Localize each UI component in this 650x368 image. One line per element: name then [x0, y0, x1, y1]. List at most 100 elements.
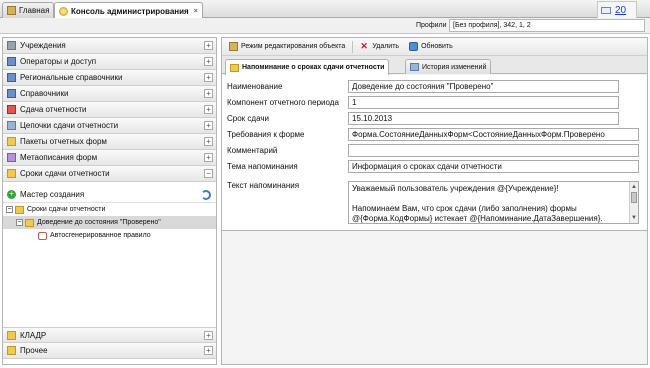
deadline-field[interactable]: 15.10.2013: [348, 112, 619, 125]
refresh-icon: [409, 42, 419, 51]
expand-icon[interactable]: +: [204, 153, 213, 162]
scrollbar-thumb[interactable]: [631, 192, 637, 203]
reminder-text-line: Напоминаем Вам, что срок сдачи (либо зап…: [352, 204, 577, 213]
refresh-icon[interactable]: [201, 190, 211, 200]
building-icon: [7, 41, 16, 50]
add-icon: +: [7, 190, 16, 199]
expand-icon[interactable]: +: [204, 105, 213, 114]
reminder-text-line: @{Форма.КодФормы} истекает @{Напоминание…: [352, 214, 603, 223]
tab-admin-console[interactable]: Консоль администрирования ×: [54, 2, 203, 19]
tab-history[interactable]: История изменений: [405, 59, 492, 74]
nav-item-label: Справочники: [20, 89, 69, 98]
tab-reminder[interactable]: Напоминание о сроках сдачи отчетности: [225, 59, 390, 75]
rule-icon: [38, 231, 47, 240]
edit-mode-label: Режим редактирования объекта: [241, 43, 346, 50]
nav-item-other[interactable]: Прочее +: [3, 343, 216, 359]
text-scrollbar[interactable]: ▲ ▼: [629, 182, 638, 223]
content-panel: Режим редактирования объекта ✕ Удалить О…: [221, 37, 648, 365]
nav-item-reporting-chains[interactable]: Цепочки сдачи отчетности +: [3, 118, 216, 134]
tree-node-deadlines[interactable]: − Сроки сдачи отчетности: [3, 203, 216, 216]
tree-node-label: Доведение до состояния "Проверено": [37, 219, 161, 226]
forms-icon: [7, 153, 16, 162]
tab-home-label: Главная: [19, 6, 50, 15]
form-requirements-field[interactable]: Форма.СостояниеДанныхФорм<СостояниеДанны…: [348, 128, 639, 141]
nav-item-kladr[interactable]: КЛАДР +: [3, 327, 216, 343]
tree-toggle-icon[interactable]: −: [6, 206, 13, 213]
folder-icon: [7, 330, 16, 340]
tab-admin-console-label: Консоль администрирования: [71, 6, 189, 16]
collapse-icon[interactable]: −: [204, 169, 213, 178]
expand-icon[interactable]: +: [204, 331, 213, 340]
name-field[interactable]: Доведение до состояния "Проверено": [348, 80, 619, 93]
delete-label: Удалить: [372, 43, 400, 50]
book-icon: [7, 73, 16, 82]
nav-item-label: Метаописания форм: [20, 153, 98, 162]
folder-icon: [7, 169, 16, 178]
reminder-text-area[interactable]: Уважаемый пользователь учреждения @{Учре…: [348, 181, 639, 224]
nav-item-label: Прочее: [20, 346, 48, 355]
expand-icon[interactable]: +: [204, 346, 213, 355]
nav-item-label: Пакеты отчетных форм: [20, 137, 107, 146]
notification-count-link[interactable]: 20: [615, 5, 626, 16]
folder-icon: [7, 346, 16, 355]
users-icon: [7, 57, 16, 66]
toolbar: Режим редактирования объекта ✕ Удалить О…: [222, 38, 647, 56]
nav-item-label: КЛАДР: [20, 330, 47, 340]
refresh-button[interactable]: Обновить: [406, 40, 456, 54]
nav-item-regional-directories[interactable]: Региональные справочники +: [3, 70, 216, 86]
nav-item-label: Операторы и доступ: [20, 57, 97, 66]
tree-node-label: Автосгенерированное правило: [50, 232, 151, 239]
comment-field[interactable]: [348, 144, 639, 157]
expand-icon[interactable]: +: [204, 137, 213, 146]
nav-item-institutions[interactable]: Учреждения +: [3, 38, 216, 54]
field-label-comment: Комментарий: [227, 146, 278, 155]
scroll-down-icon[interactable]: ▼: [631, 213, 637, 223]
expand-icon[interactable]: +: [204, 89, 213, 98]
delete-button[interactable]: ✕ Удалить: [357, 40, 402, 54]
expand-icon[interactable]: +: [204, 73, 213, 82]
nav-item-label: Региональные справочники: [20, 73, 123, 82]
nav-item-directories[interactable]: Справочники +: [3, 86, 216, 102]
toolbar-divider: [352, 40, 354, 53]
field-label-reminder-subject: Тема напоминания: [227, 162, 298, 171]
field-label-reminder-text: Текст напоминания: [227, 181, 300, 190]
edit-mode-button[interactable]: Режим редактирования объекта: [226, 40, 348, 54]
refresh-label: Обновить: [421, 43, 453, 50]
reminder-text-line: [352, 194, 635, 204]
nav-item-label: Сдача отчетности: [20, 105, 87, 114]
tree-node-label: Сроки сдачи отчетности: [27, 206, 106, 213]
field-label-period-component: Компонент отчетного периода: [227, 98, 339, 107]
field-label-deadline: Срок сдачи: [227, 114, 269, 123]
navigation-panel: Учреждения + Операторы и доступ + Регион…: [2, 37, 217, 365]
edit-icon: [229, 42, 238, 51]
tree-node-rule[interactable]: Автосгенерированное правило: [3, 229, 216, 242]
nav-item-form-metadata[interactable]: Метаописания форм +: [3, 150, 216, 166]
history-icon: [410, 63, 419, 71]
nav-item-operators[interactable]: Операторы и доступ +: [3, 54, 216, 70]
nav-item-form-packages[interactable]: Пакеты отчетных форм +: [3, 134, 216, 150]
chain-icon: [7, 121, 16, 130]
profile-select[interactable]: [Без профиля], 342, 1, 2: [449, 19, 645, 32]
nav-item-label: Сроки сдачи отчетности: [20, 169, 110, 178]
period-component-field[interactable]: 1: [348, 96, 619, 109]
scroll-up-icon[interactable]: ▲: [631, 182, 637, 192]
tab-history-label: История изменений: [422, 63, 487, 71]
nav-item-label: Учреждения: [20, 41, 66, 50]
nav-item-reporting[interactable]: Сдача отчетности +: [3, 102, 216, 118]
expand-icon[interactable]: +: [204, 121, 213, 130]
field-label-form-requirements: Требования к форме: [227, 130, 305, 139]
nav-item-label: Цепочки сдачи отчетности: [20, 121, 119, 130]
tree-node-selected[interactable]: − Доведение до состояния "Проверено": [3, 216, 216, 229]
field-label-name: Наименование: [227, 82, 283, 91]
expand-icon[interactable]: +: [204, 41, 213, 50]
creation-wizard-label: Мастер создания: [20, 190, 85, 199]
reminder-subject-field[interactable]: Информация о сроках сдачи отчетности: [348, 160, 639, 173]
tab-home[interactable]: Главная: [2, 2, 55, 18]
book-icon: [7, 89, 16, 98]
tree-toggle-icon[interactable]: −: [16, 219, 23, 226]
folder-icon: [15, 205, 24, 214]
creation-wizard-row[interactable]: + Мастер создания: [3, 187, 216, 203]
nav-item-deadlines[interactable]: Сроки сдачи отчетности −: [3, 166, 216, 182]
expand-icon[interactable]: +: [204, 57, 213, 66]
close-icon[interactable]: ×: [194, 8, 198, 15]
